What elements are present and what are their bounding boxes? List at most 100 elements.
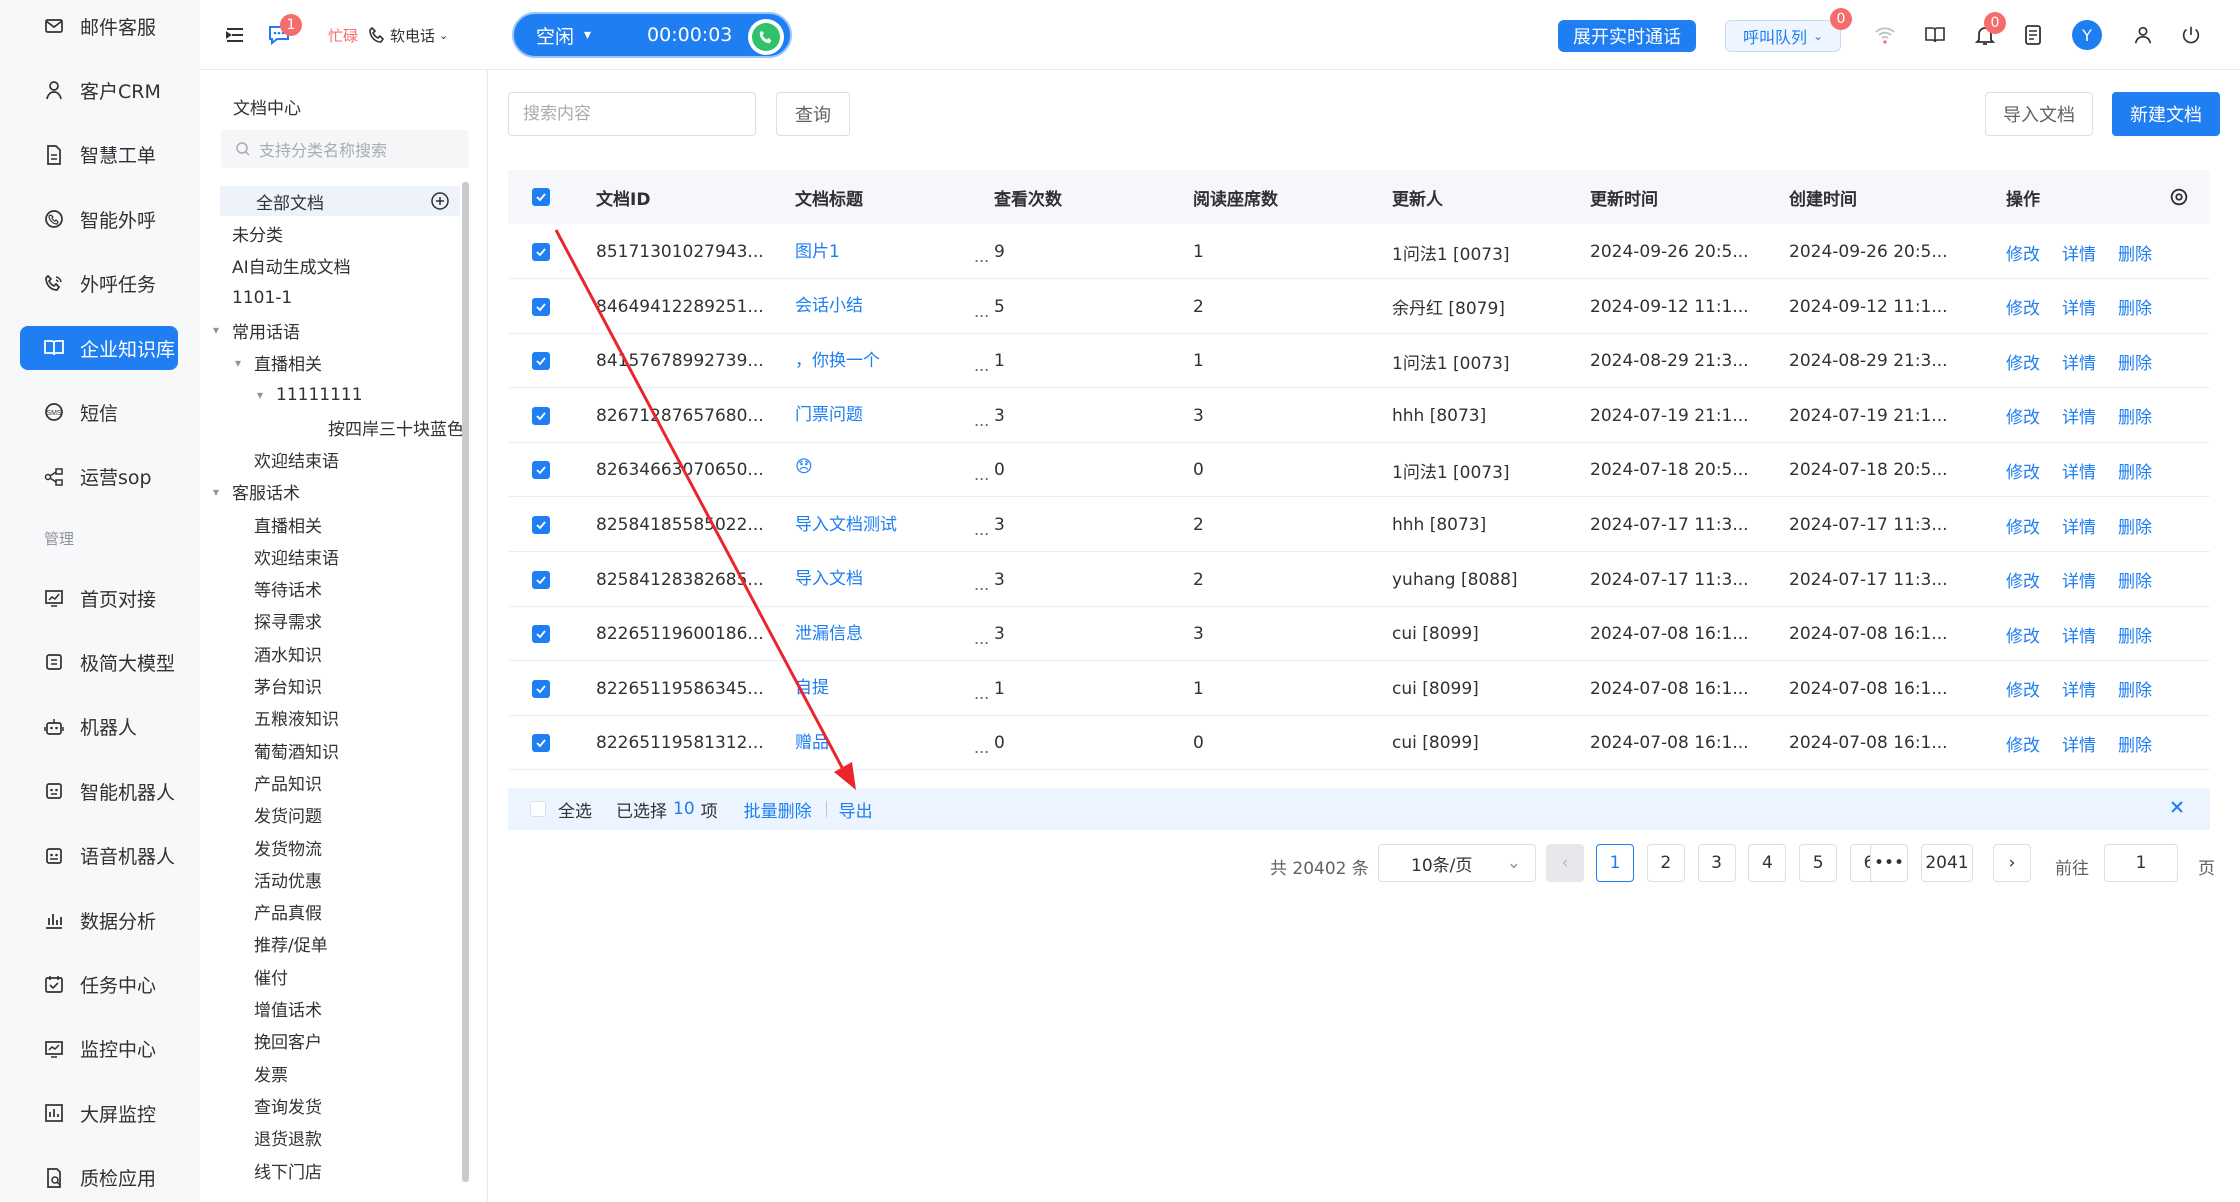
doc-title-link[interactable]: ，你换一个 [795, 346, 880, 371]
import-document-button[interactable]: 导入文档 [1985, 92, 2093, 136]
detail-button[interactable]: 详情 [2062, 349, 2096, 374]
tree-node[interactable]: 茅台知识 [254, 671, 322, 701]
doc-title-link[interactable]: 门票问题 [795, 400, 863, 425]
table-row[interactable]: 82265119600186... 泄漏信息... 3 3 cui [8099] 2024… [508, 607, 2210, 662]
tree-node[interactable]: 产品真假 [254, 897, 322, 927]
row-checkbox[interactable] [532, 734, 550, 753]
detail-button[interactable]: 详情 [2062, 458, 2096, 483]
caret-down-icon[interactable]: ▾ [208, 484, 224, 500]
page-number-button[interactable]: 4 [1748, 844, 1787, 882]
nav-item-model[interactable]: 极简大模型 [20, 640, 178, 684]
page-number-button[interactable]: 3 [1697, 844, 1736, 882]
add-category-icon[interactable] [430, 191, 450, 211]
edit-button[interactable]: 修改 [2006, 567, 2040, 592]
nav-item-calendar-check[interactable]: 任务中心 [20, 962, 178, 1006]
tree-node[interactable]: 探寻需求 [254, 606, 322, 636]
nav-item-big-screen[interactable]: 大屏监控 [20, 1091, 178, 1135]
goto-page-input[interactable]: 1 [2104, 844, 2178, 882]
nav-item-voice-robot[interactable]: 语音机器人 [20, 834, 178, 878]
detail-button[interactable]: 详情 [2062, 513, 2096, 538]
nav-item-monitor[interactable]: 监控中心 [20, 1027, 178, 1071]
page-number-button[interactable]: 1 [1596, 844, 1634, 882]
nav-item-phone-call[interactable]: 外呼任务 [20, 262, 178, 306]
table-row[interactable]: 82671287657680... 门票问题... 3 3 hhh [8073] 2024… [508, 389, 2210, 443]
row-checkbox[interactable] [532, 679, 550, 698]
tree-node[interactable]: 推荐/促单 [254, 929, 328, 959]
book-open-icon[interactable] [1920, 20, 1950, 50]
tree-node[interactable]: 发货问题 [254, 800, 322, 830]
edit-button[interactable]: 修改 [2006, 294, 2040, 319]
edit-button[interactable]: 修改 [2006, 240, 2040, 265]
delete-button[interactable]: 删除 [2118, 622, 2152, 647]
tree-node[interactable]: 等待话术 [254, 574, 322, 604]
doc-title-link[interactable]: 自提 [795, 673, 829, 698]
delete-button[interactable]: 删除 [2118, 731, 2152, 756]
tree-node[interactable]: 发票 [254, 1058, 288, 1088]
tree-node[interactable]: 增值话术 [254, 994, 322, 1024]
doc-title-link[interactable]: 图片1 [795, 237, 840, 262]
tree-node[interactable]: 查询发货 [254, 1090, 322, 1120]
tree-node[interactable]: 催付 [254, 961, 288, 991]
detail-button[interactable]: 详情 [2062, 403, 2096, 428]
tree-node[interactable]: ▾ 11111111 [252, 380, 363, 410]
doc-title-link[interactable]: 泄漏信息 [795, 619, 863, 644]
content-search-input[interactable] [508, 92, 756, 136]
caret-down-icon[interactable]: ▾ [252, 387, 268, 403]
page-number-button[interactable]: 5 [1799, 844, 1838, 882]
prev-page-button[interactable]: ‹ [1546, 844, 1584, 882]
nav-item-chart-monitor[interactable]: 首页对接 [20, 576, 178, 620]
doc-title-link[interactable]: 会话小结 [795, 291, 863, 316]
table-row[interactable]: 84649412289251... 会话小结... 5 2 余丹红 [8079] 2024… [508, 280, 2210, 334]
batch-select-all-checkbox[interactable] [530, 801, 546, 817]
doc-title-link[interactable]: 赠品 [795, 728, 829, 753]
export-button[interactable]: 导出 [839, 797, 873, 822]
power-icon[interactable] [2176, 20, 2206, 50]
row-checkbox[interactable] [532, 625, 550, 644]
delete-button[interactable]: 删除 [2118, 676, 2152, 701]
table-row[interactable]: 85171301027943... 图片1... 9 1 1问法1 [0073] 2024… [508, 225, 2210, 279]
chevron-down-icon[interactable]: ▾ [584, 27, 591, 43]
edit-button[interactable]: 修改 [2006, 349, 2040, 374]
page-number-button[interactable]: 2 [1646, 844, 1685, 882]
row-checkbox[interactable] [532, 352, 550, 371]
caret-down-icon[interactable]: ▾ [208, 322, 224, 338]
nav-item-flow[interactable]: 运营sop [20, 455, 178, 499]
detail-button[interactable]: 详情 [2062, 676, 2096, 701]
nav-item-whatsapp-phone[interactable]: 智能外呼 [20, 197, 178, 241]
table-row[interactable]: 82584185585022... 导入文档测试... 3 2 hhh [8073] 20… [508, 498, 2210, 552]
delete-button[interactable]: 删除 [2118, 240, 2152, 265]
nav-item-book[interactable]: 企业知识库 [20, 326, 178, 370]
tree-node[interactable]: 按四岸三十块蓝色 [328, 412, 464, 442]
edit-button[interactable]: 修改 [2006, 676, 2040, 701]
row-checkbox[interactable] [532, 570, 550, 589]
tree-node[interactable]: ▾ 常用话语 [208, 315, 300, 345]
column-settings-icon[interactable] [2168, 170, 2190, 224]
row-checkbox[interactable] [532, 516, 550, 534]
more-pages-button[interactable]: ••• [1870, 844, 1908, 882]
nav-item-bar-chart[interactable]: 数据分析 [20, 898, 178, 942]
notes-icon[interactable] [2018, 20, 2048, 50]
table-row[interactable]: 82265119581312... 赠品... 0 0 cui [8099] 2024-0… [508, 716, 2210, 771]
softphone-selector[interactable]: 软电话 ⌄ [368, 22, 448, 48]
select-all-label[interactable]: 全选 [558, 797, 592, 822]
edit-button[interactable]: 修改 [2006, 403, 2040, 428]
category-search-input[interactable]: 支持分类名称搜索 [221, 130, 469, 168]
tree-node[interactable]: 直播相关 [254, 509, 322, 539]
nav-item-smart-robot[interactable]: 智能机器人 [20, 769, 178, 813]
tree-node[interactable]: 活动优惠 [254, 864, 322, 894]
tree-node[interactable]: AI自动生成文档 [232, 251, 351, 281]
table-row[interactable]: 84157678992739... ，你换一个... 1 1 1问法1 [0073] 20… [508, 334, 2210, 389]
detail-button[interactable]: 详情 [2062, 622, 2096, 647]
answer-call-button[interactable] [748, 19, 784, 55]
tree-node[interactable]: 发货物流 [254, 832, 322, 862]
tree-node[interactable]: 欢迎结束语 [254, 444, 339, 474]
delete-button[interactable]: 删除 [2118, 513, 2152, 538]
menu-toggle-icon[interactable] [222, 22, 248, 48]
table-row[interactable]: 82265119586345... 自提... 1 1 cui [8099] 2024-0… [508, 662, 2210, 716]
tree-node[interactable]: 全部文档 [220, 186, 460, 216]
nav-item-quality[interactable]: 质检应用 [20, 1156, 178, 1200]
tree-node[interactable]: ▾ 直播相关 [230, 348, 322, 378]
avatar[interactable]: Y [2072, 20, 2102, 50]
expand-live-call-button[interactable]: 展开实时通话 [1558, 20, 1696, 52]
table-row[interactable]: 82584128382685... 导入文档... 3 2 yuhang [8088] 2… [508, 553, 2210, 607]
